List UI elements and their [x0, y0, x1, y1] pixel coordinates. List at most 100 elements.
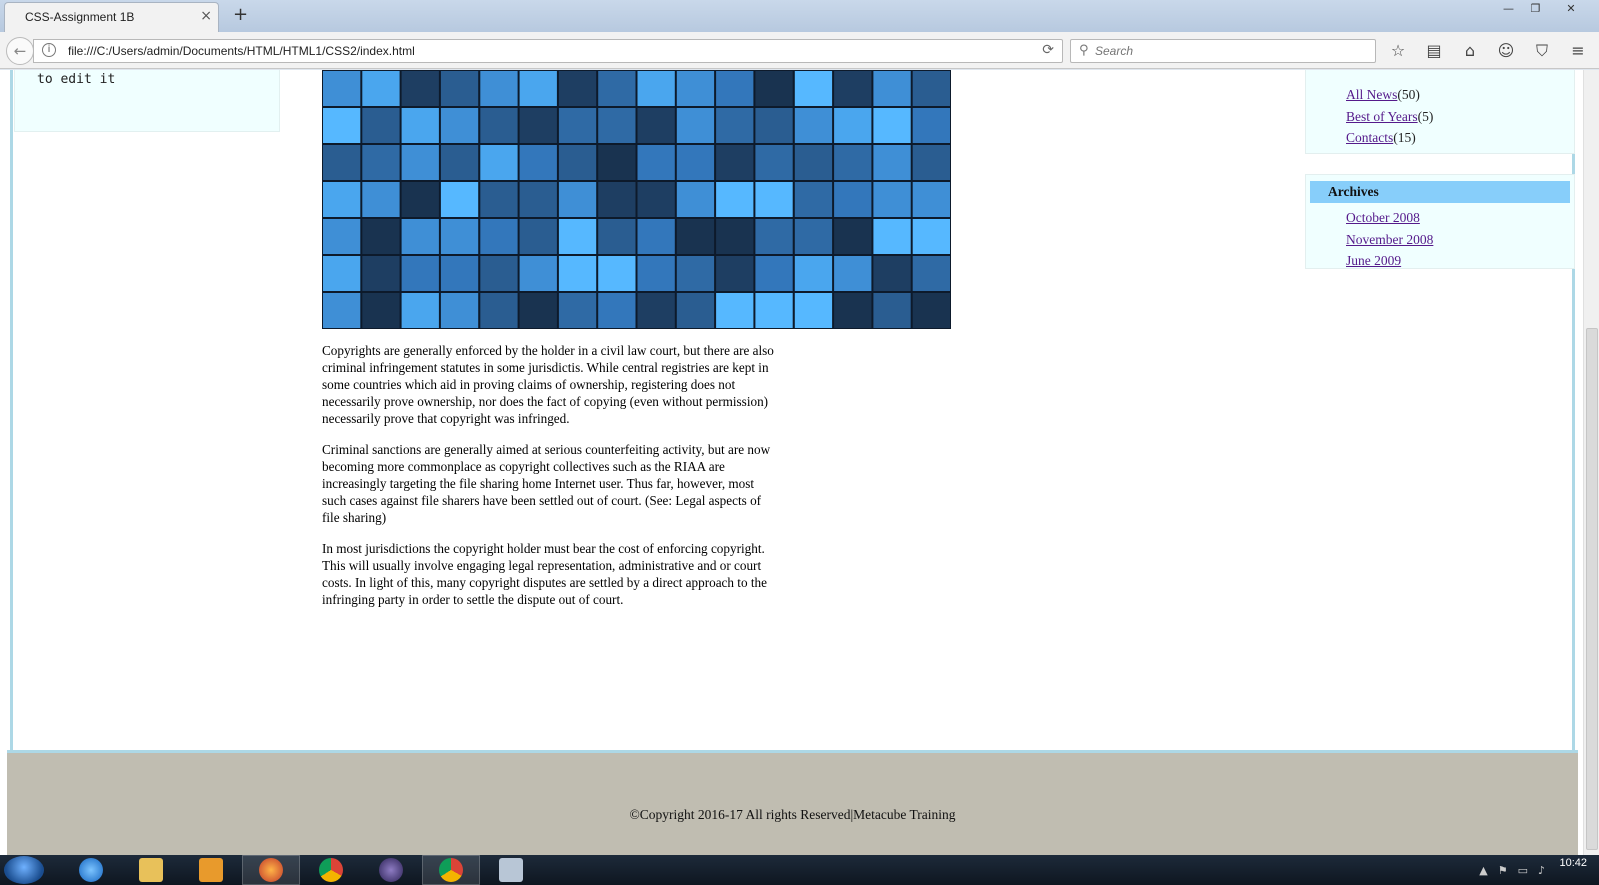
archive-link[interactable]: June 2009 [1346, 253, 1401, 268]
restore-button[interactable]: ❐ [1522, 0, 1549, 18]
list-item: June 2009 [1346, 250, 1574, 272]
mosaic-tile [873, 145, 911, 180]
archive-link[interactable]: November 2008 [1346, 232, 1433, 247]
mosaic-tile [401, 145, 439, 180]
scrollbar-thumb[interactable] [1586, 328, 1598, 850]
mosaic-tile [716, 219, 754, 254]
site-info-icon[interactable]: i [42, 43, 56, 57]
mosaic-tile [834, 108, 872, 143]
close-window-button[interactable]: ✕ [1549, 0, 1593, 18]
mosaic-tile [401, 108, 439, 143]
mosaic-tile [834, 71, 872, 106]
toolbar-icons: ☆ ▤ ⌂ ☺ ⛉ ≡ [1386, 40, 1590, 62]
mosaic-tile [558, 256, 597, 291]
menu-icon[interactable]: ≡ [1566, 40, 1590, 62]
reading-list-icon[interactable]: ▤ [1422, 40, 1446, 62]
mosaic-tile [440, 293, 479, 328]
mosaic-tile [323, 145, 361, 180]
address-bar[interactable]: i file:///C:/Users/admin/Documents/HTML/… [33, 39, 1063, 63]
back-button[interactable]: ← [6, 37, 34, 65]
url-text[interactable]: file:///C:/Users/admin/Documents/HTML/HT… [68, 44, 415, 58]
mosaic-tile [440, 108, 479, 143]
mosaic-tile [755, 219, 793, 254]
mosaic-tile [323, 256, 361, 291]
taskbar-ie[interactable] [62, 855, 120, 885]
browser-titlebar: CSS-Assignment 1B × + — ❐ ✕ [0, 0, 1599, 33]
system-tray: ▲ ⚑ ▭ ♪ [1479, 864, 1545, 877]
category-count: (15) [1393, 130, 1416, 145]
footer-copyright: ©Copyright 2016-17 All rights Reserved|M… [629, 807, 956, 822]
mosaic-tile [716, 293, 754, 328]
list-item: Best of Years(5) [1346, 106, 1574, 128]
mosaic-tile [873, 256, 911, 291]
article-paragraph: In most jurisdictions the copyright hold… [322, 541, 767, 607]
pocket-icon[interactable]: ⛉ [1530, 40, 1554, 62]
mosaic-tile [519, 108, 557, 143]
taskbar-editor[interactable] [482, 855, 540, 885]
mosaic-tile [362, 71, 400, 106]
mosaic-tile [401, 182, 439, 217]
taskbar-explorer[interactable] [122, 855, 180, 885]
mosaic-tile [323, 108, 361, 143]
tray-expand-icon[interactable]: ▲ [1479, 864, 1487, 877]
mosaic-tile [755, 71, 793, 106]
taskbar-media[interactable] [182, 855, 240, 885]
minimize-button[interactable]: — [1495, 0, 1522, 18]
mosaic-tile [480, 256, 518, 291]
start-button[interactable] [4, 856, 44, 884]
mosaic-tile [637, 293, 675, 328]
mosaic-tile [676, 256, 715, 291]
mosaic-tile [873, 71, 911, 106]
network-icon[interactable]: ▭ [1518, 864, 1528, 877]
list-item: November 2008 [1346, 229, 1574, 251]
emoji-icon[interactable]: ☺ [1494, 40, 1518, 62]
page-footer: ©Copyright 2016-17 All rights Reserved|M… [7, 750, 1578, 855]
chrome-icon [439, 858, 463, 882]
mosaic-tile [401, 256, 439, 291]
mosaic-tile [676, 182, 715, 217]
tab-close-icon[interactable]: × [200, 8, 212, 24]
taskbar-apps [62, 855, 540, 885]
mosaic-tile [873, 108, 911, 143]
bookmark-star-icon[interactable]: ☆ [1386, 40, 1410, 62]
taskbar-clock[interactable]: 10:42 [1559, 857, 1587, 869]
browser-tab[interactable]: CSS-Assignment 1B × [4, 2, 219, 33]
mosaic-tile [440, 219, 479, 254]
volume-icon[interactable]: ♪ [1538, 864, 1545, 877]
vertical-scrollbar[interactable] [1583, 70, 1599, 855]
mosaic-tile [912, 71, 950, 106]
chrome-icon [319, 858, 343, 882]
mosaic-tile [558, 219, 597, 254]
mosaic-tile [323, 71, 361, 106]
search-input[interactable] [1095, 42, 1365, 60]
mosaic-tile [558, 182, 597, 217]
taskbar-eclipse[interactable] [362, 855, 420, 885]
tab-title: CSS-Assignment 1B [25, 10, 135, 24]
mosaic-tile [794, 108, 833, 143]
home-icon[interactable]: ⌂ [1458, 40, 1482, 62]
mosaic-tile [834, 219, 872, 254]
archive-link[interactable]: October 2008 [1346, 210, 1420, 225]
reload-icon[interactable]: ⟳ [1042, 42, 1054, 58]
mosaic-tile [637, 182, 675, 217]
mosaic-tile [834, 293, 872, 328]
back-arrow-icon: ← [13, 42, 27, 60]
mosaic-tile [637, 108, 675, 143]
mosaic-tile [676, 71, 715, 106]
search-box[interactable]: ⚲ [1070, 39, 1376, 63]
mosaic-tile [519, 145, 557, 180]
taskbar-chrome[interactable] [302, 855, 360, 885]
mosaic-tile [834, 145, 872, 180]
category-link[interactable]: Best of Years [1346, 109, 1418, 124]
category-link[interactable]: Contacts [1346, 130, 1393, 145]
mosaic-tile [480, 108, 518, 143]
new-tab-button[interactable]: + [233, 4, 248, 25]
action-center-flag-icon[interactable]: ⚑ [1498, 864, 1508, 877]
mosaic-tile [558, 293, 597, 328]
mosaic-tile [912, 108, 950, 143]
taskbar-chrome-2[interactable] [422, 855, 480, 885]
mosaic-tile [676, 219, 715, 254]
taskbar-firefox[interactable] [242, 855, 300, 885]
windows-taskbar: ▲ ⚑ ▭ ♪ 10:42 [0, 855, 1599, 885]
category-link[interactable]: All News [1346, 87, 1397, 102]
